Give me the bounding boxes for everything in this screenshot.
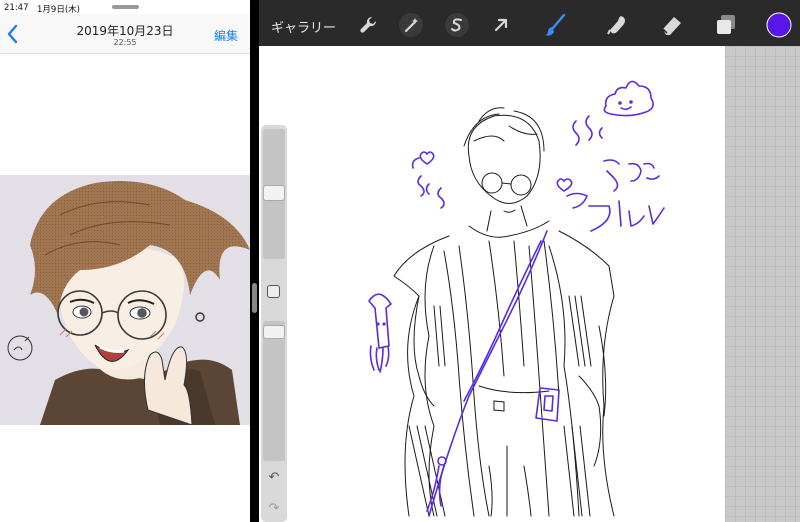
procreate-toolbar: ギャラリー bbox=[259, 0, 800, 50]
photos-app: 21:47 1月9日(木) 2019年10月23日 22:55 編集 bbox=[0, 0, 250, 522]
canvas-grid-margin bbox=[725, 46, 800, 522]
selection-icon[interactable] bbox=[444, 12, 470, 38]
magic-wand-icon[interactable] bbox=[398, 12, 424, 38]
undo-button[interactable]: ↶ bbox=[266, 470, 282, 486]
procreate-app: ギャラリー ↶ ↷ bbox=[259, 0, 800, 522]
status-time: 21:47 bbox=[4, 3, 29, 13]
smudge-icon[interactable] bbox=[605, 12, 631, 38]
reference-photo[interactable] bbox=[0, 175, 250, 425]
split-divider bbox=[250, 0, 259, 522]
brush-opacity-thumb[interactable] bbox=[263, 325, 285, 339]
brush-size-thumb[interactable] bbox=[263, 185, 285, 201]
square-modify-icon[interactable] bbox=[267, 285, 280, 298]
photo-date: 2019年10月23日 bbox=[76, 24, 174, 38]
photos-nav-bar: 2019年10月23日 22:55 編集 bbox=[0, 14, 250, 54]
eraser-icon[interactable] bbox=[659, 12, 685, 38]
wrench-icon[interactable] bbox=[355, 12, 381, 38]
gallery-button[interactable]: ギャラリー bbox=[271, 17, 336, 36]
redo-button[interactable]: ↷ bbox=[266, 501, 282, 517]
edit-button[interactable]: 編集 bbox=[214, 27, 238, 44]
sketch-drawing[interactable] bbox=[259, 46, 725, 522]
brush-icon[interactable] bbox=[542, 12, 568, 38]
transform-arrow-icon[interactable] bbox=[488, 12, 514, 38]
brush-size-slider[interactable] bbox=[263, 129, 285, 259]
brush-sidebar: ↶ ↷ bbox=[261, 125, 287, 522]
color-swatch[interactable] bbox=[766, 12, 792, 38]
brush-opacity-slider[interactable] bbox=[263, 321, 285, 461]
split-divider-handle[interactable] bbox=[252, 283, 257, 313]
split-view: 21:47 1月9日(木) 2019年10月23日 22:55 編集 ギャラリー… bbox=[0, 0, 800, 522]
multitask-grabber[interactable] bbox=[112, 5, 139, 9]
photo-time: 22:55 bbox=[113, 38, 137, 47]
layers-icon[interactable] bbox=[713, 12, 739, 38]
